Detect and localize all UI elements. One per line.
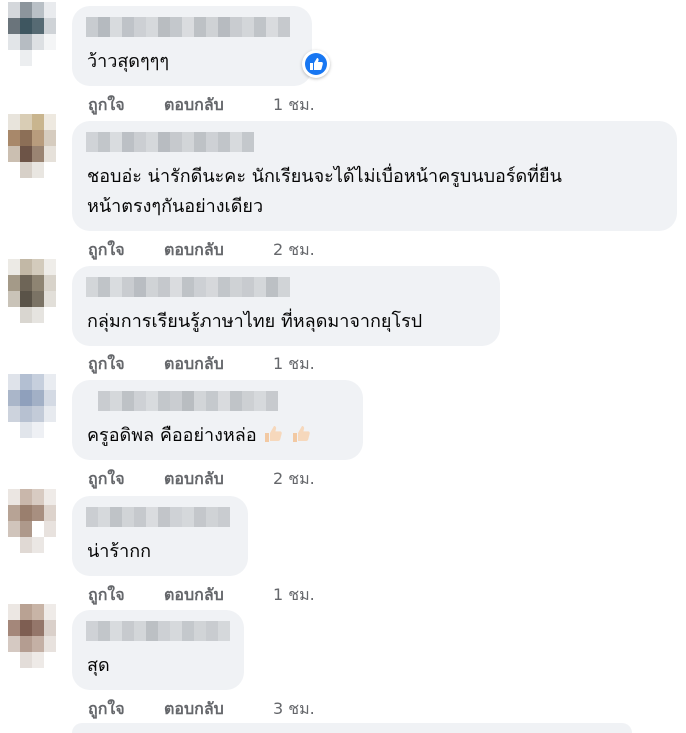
comment-text: สุด: [87, 655, 110, 676]
author-name-blurred[interactable]: [86, 507, 230, 527]
reply-link[interactable]: ตอบกลับ: [164, 467, 224, 492]
comment-timestamp[interactable]: 1 ชม.: [273, 583, 315, 608]
comment-timestamp[interactable]: 1 ชม.: [273, 93, 315, 118]
comment-text: ว้าวสุดๆๆๆ: [87, 51, 170, 72]
comment-timestamp[interactable]: 2 ชม.: [273, 238, 315, 263]
comment-timestamp[interactable]: 1 ชม.: [273, 352, 315, 377]
thumbs-up-icon: [310, 58, 323, 70]
author-name-blurred[interactable]: [86, 277, 290, 297]
comment-bubble: ครูอดิพล คืออย่างหล่อ: [72, 380, 363, 460]
comment-bubble: กลุ่มการเรียนรู้ภาษาไทย ที่หลุดมาจากยุโร…: [72, 266, 500, 346]
avatar[interactable]: [8, 259, 56, 323]
comment-timestamp[interactable]: 3 ชม.: [273, 697, 315, 722]
reply-link[interactable]: ตอบกลับ: [164, 238, 224, 263]
thumbs-up-icon: [293, 426, 310, 442]
avatar[interactable]: [8, 374, 56, 438]
avatar[interactable]: [8, 604, 56, 668]
next-comment-bubble-partial: [72, 723, 632, 733]
like-link[interactable]: ถูกใจ: [88, 583, 125, 608]
reply-link[interactable]: ตอบกลับ: [164, 583, 224, 608]
like-link[interactable]: ถูกใจ: [88, 352, 125, 377]
reply-link[interactable]: ตอบกลับ: [164, 93, 224, 118]
author-name-blurred[interactable]: [86, 621, 230, 641]
comment-text: น่าร้ากก: [87, 541, 151, 562]
like-link[interactable]: ถูกใจ: [88, 467, 125, 492]
comment-text: ครูอดิพล คืออย่างหล่อ: [87, 421, 312, 451]
avatar[interactable]: [8, 2, 56, 66]
like-link[interactable]: ถูกใจ: [88, 697, 125, 722]
like-link[interactable]: ถูกใจ: [88, 238, 125, 263]
comment-text: ชอบอ่ะ น่ารักดีนะคะ นักเรียนจะได้ไม่เบื่…: [87, 166, 562, 187]
comment-text-content: ครูอดิพล คืออย่างหล่อ: [87, 425, 257, 446]
author-name-blurred[interactable]: [86, 17, 290, 37]
reply-link[interactable]: ตอบกลับ: [164, 352, 224, 377]
comment-bubble: ว้าวสุดๆๆๆ: [72, 6, 312, 86]
comment-timestamp[interactable]: 2 ชม.: [273, 467, 315, 492]
comment-text: กลุ่มการเรียนรู้ภาษาไทย ที่หลุดมาจากยุโร…: [87, 311, 423, 332]
author-name-blurred[interactable]: [86, 132, 254, 152]
author-name-blurred[interactable]: [86, 391, 278, 411]
thumbs-up-icon: [265, 426, 283, 442]
reply-link[interactable]: ตอบกลับ: [164, 697, 224, 722]
avatar[interactable]: [8, 489, 56, 553]
like-link[interactable]: ถูกใจ: [88, 93, 125, 118]
comment-text: หน้าตรงๆกันอย่างเดียว: [87, 196, 264, 217]
like-reaction-badge[interactable]: [302, 50, 330, 78]
comment-bubble: ชอบอ่ะ น่ารักดีนะคะ นักเรียนจะได้ไม่เบื่…: [72, 121, 677, 231]
avatar[interactable]: [8, 114, 56, 178]
comment-bubble: สุด: [72, 610, 244, 690]
comment-bubble: น่าร้ากก: [72, 496, 248, 576]
